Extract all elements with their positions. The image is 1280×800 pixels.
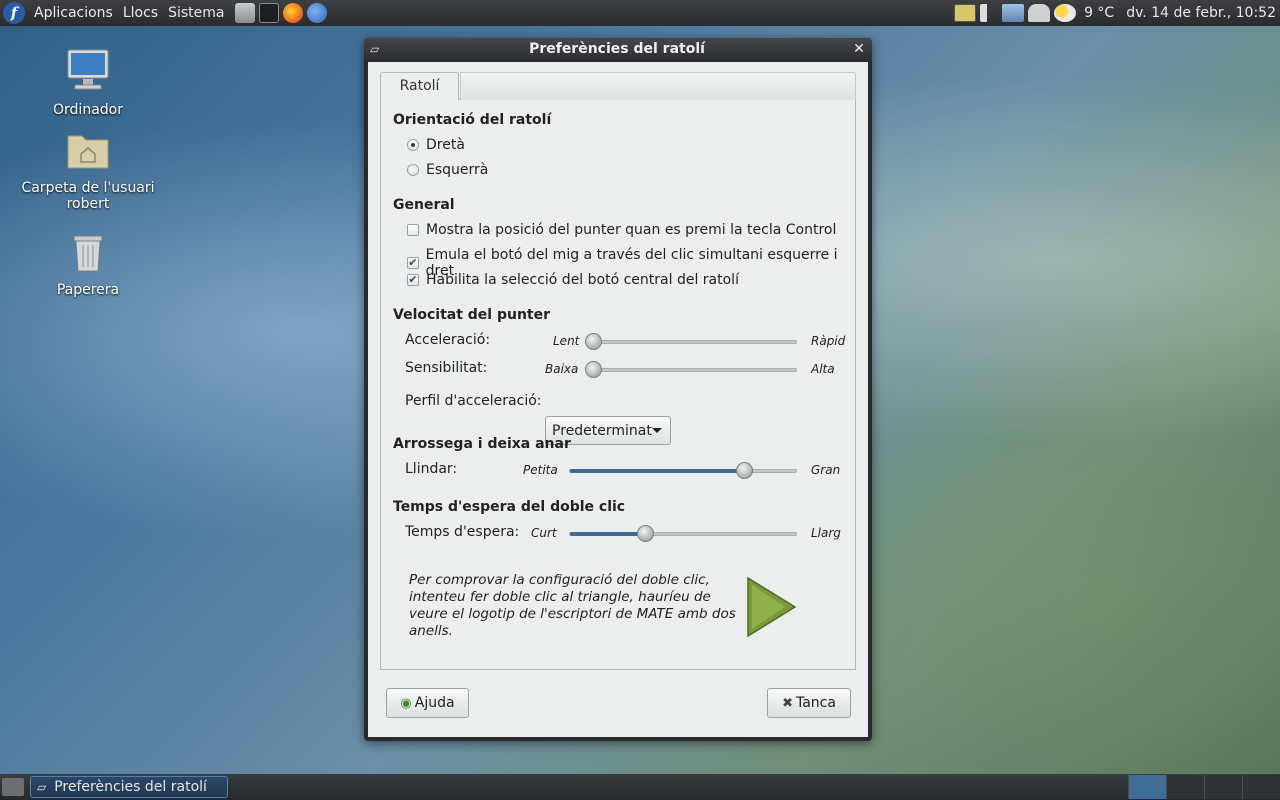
threshold-slider[interactable] [569,462,797,479]
acceleration-high-label: Ràpid [811,334,846,348]
general-title: General [393,197,455,213]
acceleration-slider-knob[interactable] [585,333,602,350]
sensitivity-label: Sensibilitat: [405,360,488,376]
display-icon[interactable] [954,4,977,22]
timeout-high-label: Llarg [811,526,841,540]
window-titlebar[interactable]: ▱ Preferències del ratolí ✕ [364,38,872,60]
radio-left-label: Esquerrà [426,162,489,178]
checkbox-show-pointer-box[interactable] [407,224,419,236]
threshold-label: Llindar: [405,461,458,477]
top-panel: f Aplicacions Llocs Sistema 9 °C dv. 14 … [0,0,1280,26]
workspace-4[interactable] [1242,775,1280,799]
threshold-low-label: Petita [523,463,558,477]
menu-applications[interactable]: Aplicacions [29,5,118,21]
sensitivity-slider-knob[interactable] [585,361,602,378]
clock[interactable]: dv. 14 de febr., 10:52 [1126,5,1276,21]
acceleration-slider[interactable] [585,333,797,350]
firefox-icon[interactable] [283,3,304,23]
orientation-title: Orientació del ratolí [393,112,552,128]
help-icon: ◉ [400,695,412,711]
checkbox-middle-paste-box[interactable]: ✔ [407,274,419,286]
checkbox-middle-paste[interactable]: ✔ Habilita la selecció del botó central … [407,272,739,288]
help-button[interactable]: ◉ Ajuda [386,688,469,718]
workspace-3[interactable] [1204,775,1242,799]
mouse-preferences-window: ▱ Preferències del ratolí ✕ Ratolí Orien… [364,38,872,741]
terminal-icon[interactable] [259,3,280,23]
close-button[interactable]: ✖ Tanca [767,688,851,718]
close-icon: ✖ [782,695,793,711]
computer-icon [67,49,109,90]
sensitivity-high-label: Alta [811,362,835,376]
volume-icon[interactable] [980,4,999,22]
radio-left-indicator[interactable] [407,164,419,176]
desktop-icon-home-folder[interactable]: Carpeta de l'usuari robert [18,130,158,212]
checkbox-show-pointer[interactable]: Mostra la posició del punter quan es pre… [407,222,836,238]
desktop-icon-trash[interactable]: Paperera [18,232,158,298]
acceleration-label: Acceleració: [405,332,491,348]
tab-panel: Orientació del ratolí Dretà Esquerrà Gen… [380,100,856,670]
updates-icon[interactable] [1028,4,1051,22]
taskbar-item-label: Preferències del ratolí [54,779,207,795]
network-icon[interactable] [1002,4,1025,22]
mouse-icon: ▱ [370,42,380,56]
weather-temp[interactable]: 9 °C [1084,5,1114,21]
workspace-1[interactable] [1128,775,1166,799]
timeout-slider-fill [570,532,645,536]
pointer-speed-title: Velocitat del punter [393,307,551,323]
double-click-test-triangle-icon[interactable] [745,576,797,638]
taskbar-item-mouse-preferences[interactable]: ▱ Preferències del ratolí [30,776,228,798]
window-title: Preferències del ratolí [529,41,705,57]
threshold-slider-knob[interactable] [736,462,754,479]
home-folder-icon [67,135,109,169]
timeout-label: Temps d'espera: [405,524,520,540]
close-button-label: Tanca [795,695,836,711]
radio-right-label: Dretà [426,137,465,153]
window-close-button[interactable]: ✕ [850,41,868,57]
desktop-icon-label: Paperera [56,282,120,298]
workspace-2[interactable] [1166,775,1204,799]
radio-right-indicator[interactable] [407,139,419,151]
radio-left-handed[interactable]: Esquerrà [407,162,488,178]
threshold-high-label: Gran [811,463,841,477]
workspace-switcher [1128,774,1280,800]
accel-profile-label: Perfil d'acceleració: [405,393,542,409]
desktop-icon-label: Ordinador [53,102,123,118]
bottom-panel: ▱ Preferències del ratolí [0,774,1280,800]
desktop-icon-computer[interactable]: Ordinador [18,48,158,118]
checkbox-emulate-middle-box[interactable]: ✔ [407,257,419,269]
checkbox-middle-paste-label: Habilita la selecció del botó central de… [426,272,739,288]
menu-system[interactable]: Sistema [163,5,229,21]
thunderbird-icon[interactable] [307,3,328,23]
double-click-info-text: Per comprovar la configuració del doble … [409,572,736,639]
files-icon[interactable] [235,3,256,23]
fedora-logo-icon[interactable]: f [3,2,25,24]
tab-bar: Ratolí [380,72,856,101]
desktop-icon-label: Carpeta de l'usuari robert [21,180,155,212]
menu-places[interactable]: Llocs [118,5,163,21]
acceleration-low-label: Lent [553,334,580,348]
trash-icon [73,235,103,272]
sensitivity-slider[interactable] [585,361,797,378]
weather-icon[interactable] [1054,4,1077,22]
timeout-low-label: Curt [531,526,557,540]
tab-mouse[interactable]: Ratolí [380,72,459,101]
chevron-down-icon [652,428,662,433]
double-click-title: Temps d'espera del doble clic [393,499,626,515]
threshold-slider-fill [570,469,745,473]
sensitivity-low-label: Baixa [545,362,579,376]
timeout-slider[interactable] [569,525,797,542]
radio-right-handed[interactable]: Dretà [407,137,465,153]
timeout-slider-knob[interactable] [636,525,654,542]
mouse-icon: ▱ [37,780,47,794]
drag-drop-title: Arrossega i deixa anar [393,436,571,452]
show-desktop-icon[interactable] [2,778,24,796]
window-client: Ratolí Orientació del ratolí Dretà Esque… [368,62,868,737]
help-button-label: Ajuda [414,695,455,711]
checkbox-show-pointer-label: Mostra la posició del punter quan es pre… [426,222,837,238]
system-tray: 9 °C dv. 14 de febr., 10:52 [952,0,1280,26]
tab-bar-background [460,72,856,100]
